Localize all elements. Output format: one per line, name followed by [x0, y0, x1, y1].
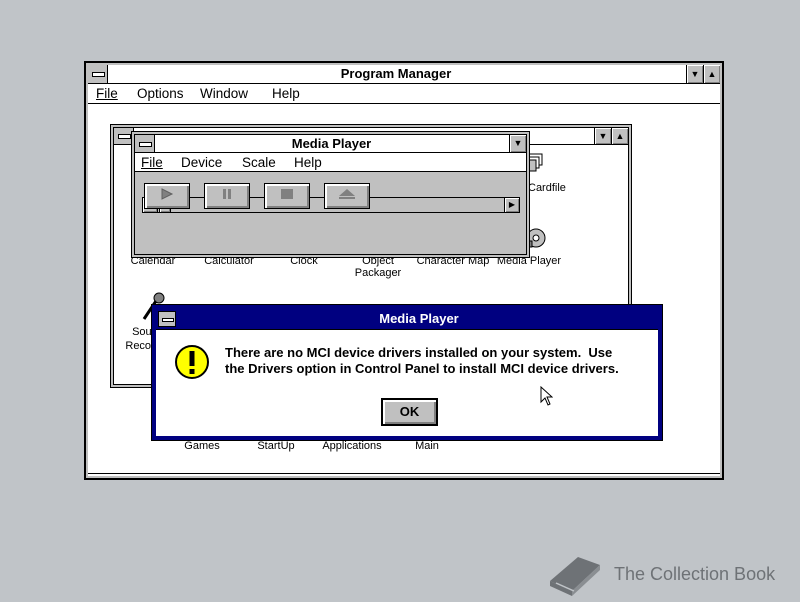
- media-player-minimize-button[interactable]: ▼: [509, 135, 526, 152]
- system-menu-icon[interactable]: [88, 65, 108, 83]
- watermark-text: The Collection Book: [614, 564, 776, 584]
- program-manager-title: Program Manager: [340, 66, 452, 81]
- media-player-menubar: File Device Scale Help: [135, 153, 526, 172]
- group-maximize-button[interactable]: ▲: [611, 128, 628, 144]
- minimize-button[interactable]: ▼: [686, 65, 703, 83]
- pause-icon: [221, 187, 233, 205]
- media-player-titlebar[interactable]: Media Player ▼: [135, 135, 526, 153]
- error-dialog: Media Player There are no MCI device dri…: [151, 304, 663, 441]
- pause-button[interactable]: [204, 183, 250, 209]
- eject-icon: [338, 187, 356, 205]
- dialog-titlebar[interactable]: Media Player: [156, 309, 658, 330]
- scroll-right-arrow-icon[interactable]: ▶: [504, 198, 519, 212]
- eject-button[interactable]: [324, 183, 370, 209]
- games-group-label[interactable]: Games: [172, 440, 232, 452]
- media-player-system-menu-icon[interactable]: [135, 135, 155, 152]
- applications-group-label[interactable]: Applications: [316, 440, 388, 452]
- workspace-bottom-edge: [88, 473, 720, 474]
- stop-icon: [280, 187, 294, 205]
- ok-button[interactable]: OK: [381, 398, 438, 426]
- startup-group-label[interactable]: StartUp: [246, 440, 306, 452]
- group-minimize-button[interactable]: ▼: [594, 128, 611, 144]
- play-button[interactable]: [144, 183, 190, 209]
- mouse-cursor-icon: [540, 385, 554, 407]
- stop-button[interactable]: [264, 183, 310, 209]
- maximize-button[interactable]: ▲: [703, 65, 720, 83]
- dialog-message-line1: There are no MCI device drivers installe…: [225, 345, 613, 360]
- warning-icon: [174, 344, 210, 380]
- program-manager-titlebar[interactable]: Program Manager ▼ ▲: [88, 65, 720, 84]
- dialog-message-line2: the Drivers option in Control Panel to i…: [225, 361, 619, 376]
- ok-button-label: OK: [399, 404, 420, 419]
- main-group-label[interactable]: Main: [397, 440, 457, 452]
- play-icon: [160, 187, 174, 205]
- dialog-title: Media Player: [379, 311, 459, 326]
- dialog-system-menu-icon[interactable]: [158, 311, 176, 327]
- program-manager-menubar: File Options Window Help: [88, 84, 720, 104]
- object-packager-label: Object Packager: [354, 255, 402, 279]
- book-logo-icon: [548, 551, 602, 597]
- media-player-window: Media Player ▼ File Device Scale Help ◀ …: [131, 131, 530, 258]
- media-player-title: Media Player: [291, 136, 372, 151]
